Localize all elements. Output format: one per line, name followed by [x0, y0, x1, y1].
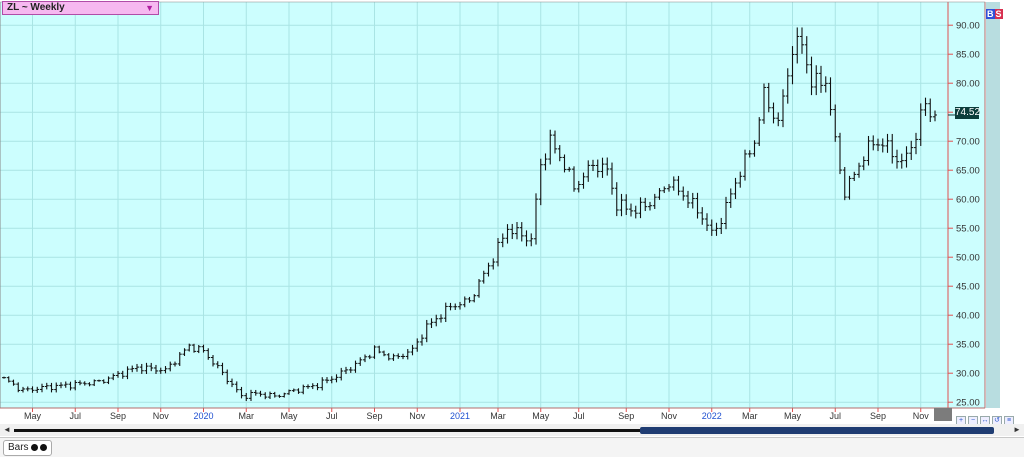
x-tick-label: Mar	[742, 411, 758, 421]
x-tick-label: Nov	[409, 411, 426, 421]
buy-sell-badge[interactable]: BS	[986, 9, 1003, 19]
y-tick-label: 60.00	[956, 195, 980, 206]
x-tick-label: May	[24, 411, 42, 421]
x-tick-label: Jul	[326, 411, 338, 421]
right-arrow-icon[interactable]: ►	[1013, 425, 1021, 434]
y-tick-label: 65.00	[956, 166, 980, 177]
link-dot-icon-2	[39, 443, 47, 451]
x-tick-label: Jul	[573, 411, 585, 421]
y-tick-label: 80.00	[956, 79, 980, 90]
x-tick-label: Sep	[870, 411, 886, 421]
x-tick-label: Sep	[618, 411, 634, 421]
x-tick-label: Mar	[239, 411, 255, 421]
scroll-thumb[interactable]	[640, 427, 994, 434]
x-tick-label: May	[532, 411, 550, 421]
y-tick-label: 70.00	[956, 137, 980, 148]
y-tick-label: 55.00	[956, 224, 980, 235]
status-bar: Bars	[0, 437, 1024, 457]
right-margin-strip	[986, 2, 1000, 408]
plot-area	[0, 2, 948, 408]
x-tick-label: Nov	[153, 411, 170, 421]
x-tick-label: 2022	[702, 411, 722, 421]
left-arrow-icon[interactable]: ◄	[3, 425, 11, 434]
x-tick-label: Sep	[366, 411, 382, 421]
last-price-label: 74.52	[955, 107, 981, 119]
x-tick-label: May	[280, 411, 298, 421]
buy-badge[interactable]: B	[986, 9, 995, 19]
chart-control-buttons: + − ↔ ↺ ≡	[956, 409, 1016, 426]
y-tick-label: 30.00	[956, 369, 980, 380]
x-tick-label: Jul	[829, 411, 841, 421]
chevron-down-icon[interactable]: ▼	[145, 2, 154, 14]
y-tick-label: 50.00	[956, 253, 980, 264]
link-dot-icon	[30, 443, 38, 451]
x-tick-label: 2020	[193, 411, 213, 421]
sell-badge[interactable]: S	[994, 9, 1003, 19]
x-tick-label: May	[784, 411, 802, 421]
time-scrollbar[interactable]: ◄ ►	[0, 424, 1024, 436]
symbol-selector[interactable]: ZL ~ Weekly ▼	[2, 1, 159, 15]
symbol-label: ZL ~ Weekly	[7, 2, 65, 13]
x-tick-label: Mar	[490, 411, 506, 421]
y-tick-label: 35.00	[956, 340, 980, 351]
y-tick-label: 85.00	[956, 50, 980, 61]
y-tick-label: 45.00	[956, 282, 980, 293]
price-chart: 25.00 30.00 35.00 40.00 45.00 50.00 55.00 60.00…	[0, 1, 1000, 421]
y-tick-label: 25.00	[956, 398, 980, 409]
y-tick-label: 90.00	[956, 21, 980, 32]
x-tick-label: 2021	[450, 411, 470, 421]
chart-window: 25.00 30.00 35.00 40.00 45.00 50.00 55.00 60.00…	[0, 0, 1024, 457]
x-tick-label: Nov	[661, 411, 678, 421]
bars-tab[interactable]: Bars	[3, 440, 52, 456]
x-tick-label: Nov	[913, 411, 930, 421]
x-tick-label: Sep	[110, 411, 126, 421]
y-tick-label: 40.00	[956, 311, 980, 322]
bars-tab-label: Bars	[8, 442, 29, 453]
axis-corner	[934, 408, 952, 421]
x-tick-label: Jul	[69, 411, 81, 421]
